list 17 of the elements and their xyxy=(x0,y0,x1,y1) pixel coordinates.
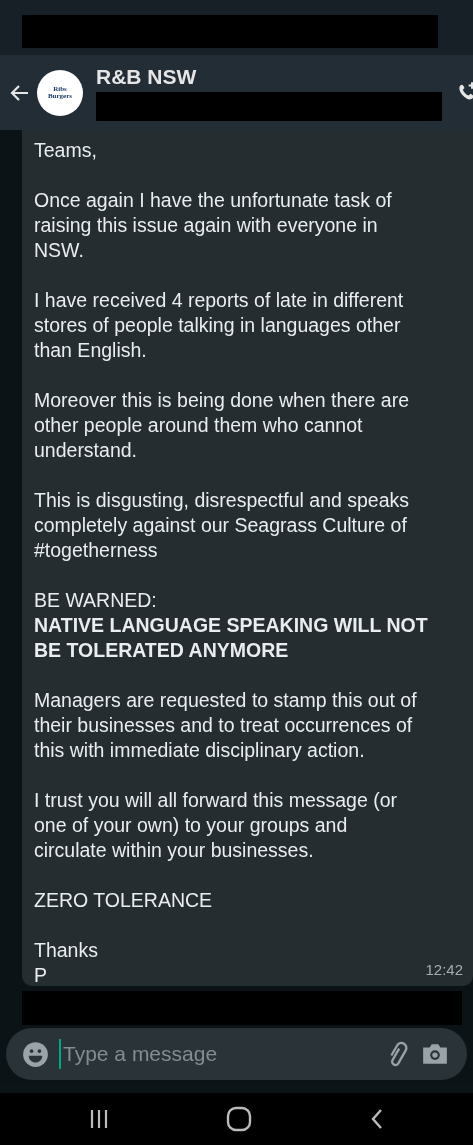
message-text: Moreover this is being done when there are other people around them who cannot understand. xyxy=(34,388,410,463)
camera-icon[interactable] xyxy=(421,1042,449,1066)
message-field[interactable]: Type a message xyxy=(61,1041,373,1067)
home-icon[interactable] xyxy=(226,1106,253,1132)
message-text: Once again I have the unfortunate task of raising this issue again with everyone in NSW. xyxy=(34,188,392,263)
message-text: This is disgusting, disrespectful and speaks completely against our Seagrass Culture of #togetherness xyxy=(34,488,410,563)
message-text: Teams, xyxy=(34,138,97,163)
message-time: 12:42 xyxy=(425,960,463,980)
message-text: I trust you will all forward this message (or one of your own) to your groups and circulate within your businesses. xyxy=(34,788,398,863)
message-input[interactable]: Type a message xyxy=(6,1028,467,1080)
message-text: ZERO TOLERANCE xyxy=(34,888,213,913)
message-text: Thanks P xyxy=(34,938,98,988)
message-text: Managers are requested to stamp this out of their businesses and to treat occurrences of this with immediate disciplinary action. xyxy=(34,688,417,763)
message-text: BE WARNED: NATIVE LANGUAGE SPEAKING WILL NOT BE TOLERATED ANYMORE xyxy=(34,588,428,663)
message-text: I have received 4 reports of late in different stores of people talking in languages other than English. xyxy=(34,288,404,363)
emoji-icon[interactable] xyxy=(22,1040,49,1068)
chat-title[interactable]: R&B NSW xyxy=(96,64,452,89)
